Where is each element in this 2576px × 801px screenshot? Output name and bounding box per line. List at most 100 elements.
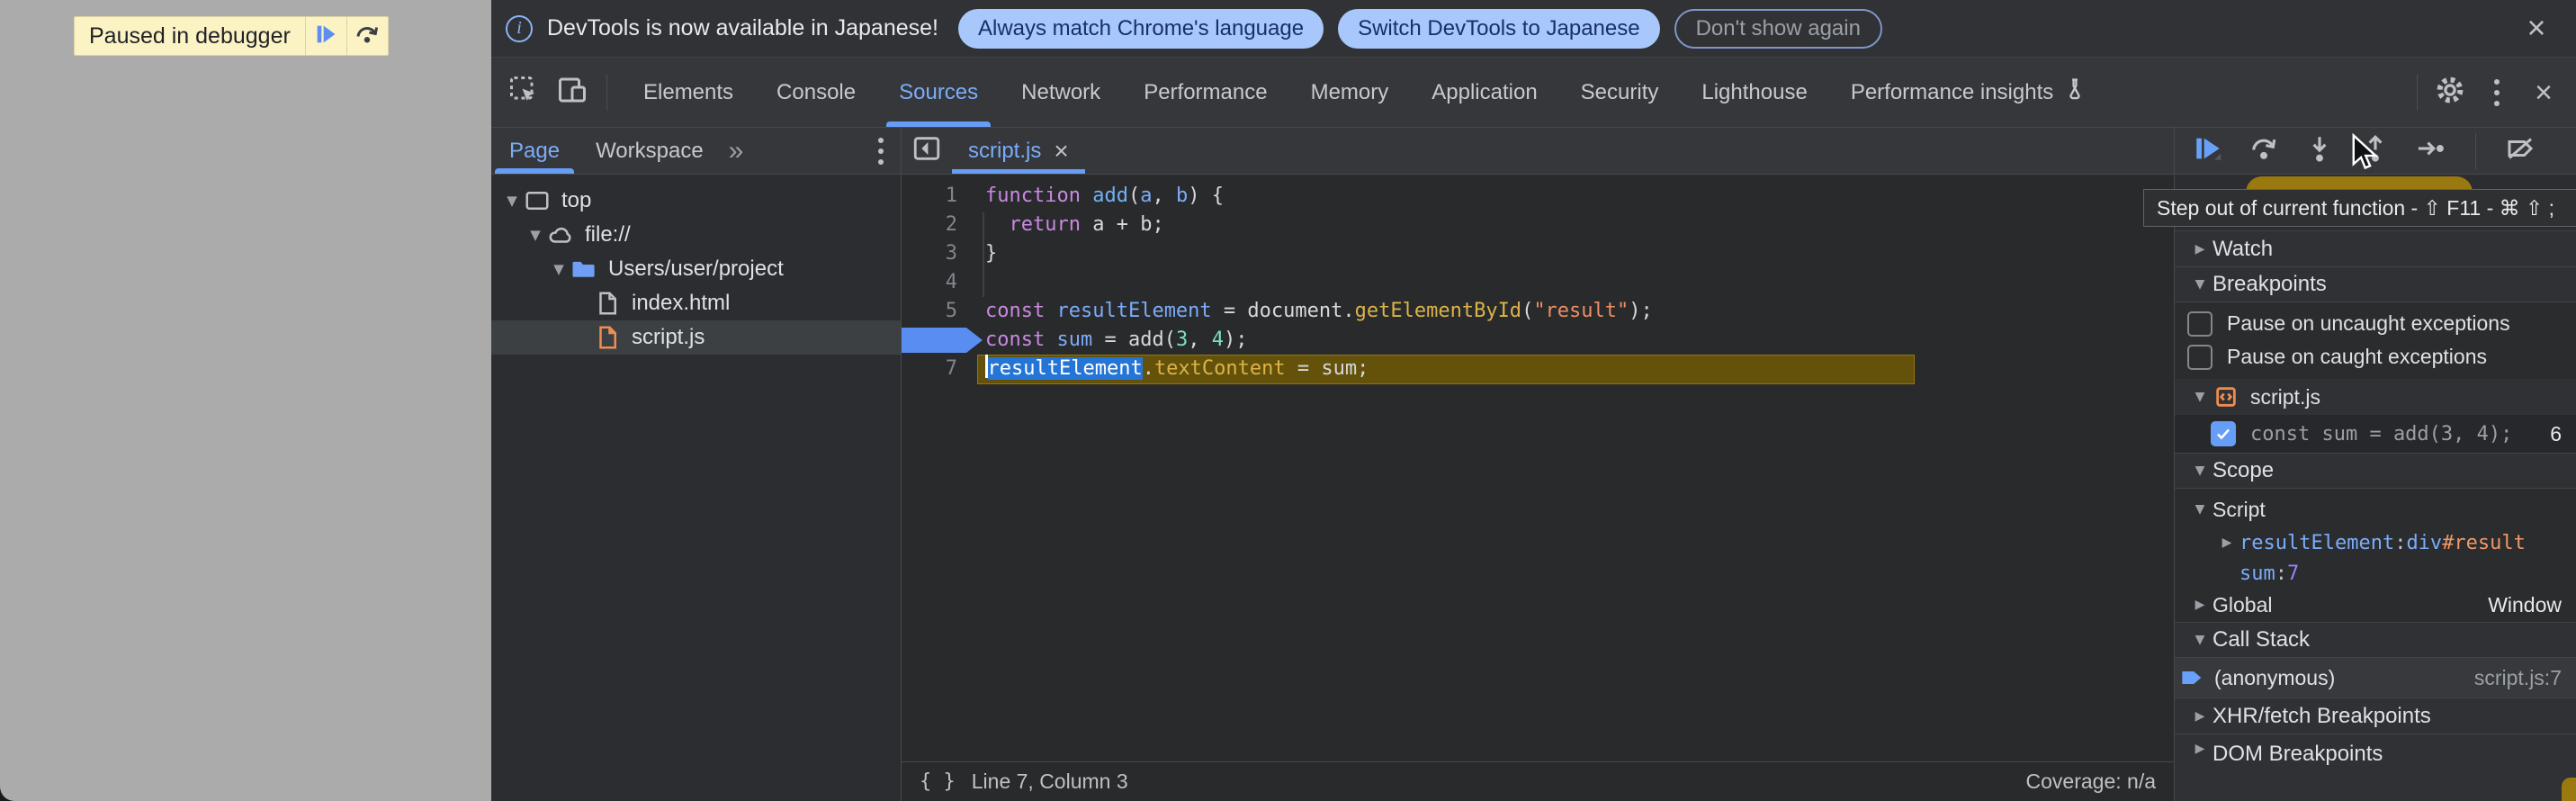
navigator-menu-button[interactable] (861, 131, 901, 171)
code-line-1: function add(a, b) { (985, 182, 2174, 211)
line-number[interactable]: 2 (902, 211, 966, 239)
call-stack-frame[interactable]: (anonymous) script.js:7 (2175, 658, 2576, 698)
device-toolbar-icon (556, 74, 588, 111)
infobar-close-icon[interactable]: × (2520, 13, 2553, 45)
code-token: ) { (1188, 184, 1224, 207)
line-number[interactable]: 4 (902, 268, 966, 297)
breakpoint-checkbox[interactable] (2211, 421, 2236, 446)
paused-banner-label: Paused in debugger (75, 17, 305, 55)
editor-gutter[interactable]: 1234567 (902, 182, 966, 383)
dom-breakpoints-label: DOM Breakpoints (2212, 742, 2383, 767)
always-match-language-button[interactable]: Always match Chrome's language (958, 9, 1324, 49)
tree-item-label: index.html (632, 291, 730, 316)
breakpoint-line-number: 6 (2550, 422, 2576, 446)
banner-step-over-button[interactable] (346, 17, 388, 55)
navigator-tab-page[interactable]: Page (491, 128, 578, 174)
tab-label: Performance (1144, 80, 1267, 105)
tab-console[interactable]: Console (755, 58, 877, 127)
banner-resume-button[interactable] (305, 17, 346, 55)
selected-token: resultElement (988, 357, 1143, 380)
more-options-button[interactable] (2477, 73, 2517, 112)
tabbar-right-separator (2417, 75, 2418, 111)
tab-network[interactable]: Network (1000, 58, 1122, 127)
deactivate-breakpoints-button[interactable] (2503, 134, 2537, 168)
devtools-screenshot: Paused in debugger i DevTools is now ava… (0, 0, 2576, 801)
pause-caught-row: Pause on caught exceptions (2175, 340, 2576, 374)
frame-location: script.js:7 (2474, 666, 2576, 690)
step-button[interactable] (2414, 134, 2448, 168)
inspect-element-button[interactable] (504, 73, 543, 112)
watch-section[interactable]: ▶ Watch (2175, 230, 2576, 266)
line-number[interactable]: 5 (902, 297, 966, 326)
flask-icon (2062, 76, 2087, 108)
tree-item-users-user-project[interactable]: ▼Users/user/project (491, 252, 901, 286)
tab-performance[interactable]: Performance (1122, 58, 1288, 127)
code-editor[interactable]: 1234567 function add(a, b) { return a + … (902, 175, 2174, 761)
code-token: 3 (1176, 328, 1188, 351)
dom-breakpoints-section[interactable]: ▶ DOM Breakpoints (2175, 734, 2576, 801)
inspect-cursor-icon (507, 74, 540, 111)
line-number[interactable]: 7 (902, 355, 966, 383)
editor-tab-scriptjs[interactable]: script.js × (952, 128, 1085, 174)
chevron-down-icon[interactable]: ▼ (500, 193, 524, 209)
pause-uncaught-row: Pause on uncaught exceptions (2175, 307, 2576, 340)
code-token: return (1010, 213, 1081, 236)
close-icon: × (2535, 77, 2553, 108)
tab-security[interactable]: Security (1559, 58, 1681, 127)
scope-global-section[interactable]: ▶ Global Window (2175, 588, 2576, 622)
tree-item-index-html[interactable]: index.html (491, 286, 901, 320)
pause-caught-checkbox[interactable] (2187, 345, 2212, 370)
tab-elements[interactable]: Elements (622, 58, 755, 127)
tab-memory[interactable]: Memory (1289, 58, 1411, 127)
step-into-button[interactable] (2302, 134, 2337, 168)
close-tab-icon[interactable]: × (1054, 139, 1068, 164)
frame-name: (anonymous) (2214, 666, 2335, 690)
tree-item-top[interactable]: ▼top (491, 184, 901, 218)
code-token: ); (1224, 328, 1248, 351)
xhr-breakpoints-section[interactable]: ▶ XHR/fetch Breakpoints (2175, 698, 2576, 734)
toggle-navigator-button[interactable] (902, 128, 952, 174)
breakpoint-marker[interactable] (902, 328, 983, 353)
call-stack-label: Call Stack (2212, 627, 2310, 652)
tab-performance-insights[interactable]: Performance insights (1829, 58, 2109, 127)
switch-devtools-japanese-button[interactable]: Switch DevTools to Japanese (1338, 9, 1660, 49)
breakpoints-section[interactable]: ▼ Breakpoints (2175, 266, 2576, 302)
pause-uncaught-label: Pause on uncaught exceptions (2227, 311, 2510, 336)
tabbar-left-icons (491, 73, 622, 112)
tab-application[interactable]: Application (1410, 58, 1558, 127)
var-name: sum (2239, 562, 2275, 585)
resume-button[interactable] (2191, 134, 2225, 168)
settings-button[interactable] (2430, 73, 2470, 112)
tree-item-file[interactable]: ▼file:// (491, 218, 901, 252)
pretty-print-icon[interactable]: { } (920, 770, 956, 793)
line-number[interactable]: 3 (902, 239, 966, 268)
chevron-down-icon[interactable]: ▼ (547, 261, 570, 277)
code-token: const (985, 300, 1056, 322)
navigator-more-tabs-button[interactable]: » (722, 136, 751, 166)
editor-tabbar: script.js × (902, 128, 2174, 175)
step-over-button[interactable] (2247, 134, 2281, 168)
breakpoint-line-number[interactable]: 6 (902, 326, 966, 355)
scope-var-sum[interactable]: sum: 7 (2175, 559, 2576, 588)
tree-item-label: script.js (632, 325, 705, 350)
chevron-down-icon[interactable]: ▼ (524, 227, 547, 243)
tree-item-script-js[interactable]: script.js (491, 320, 901, 355)
chevron-right-icon: ▶ (2187, 742, 2212, 756)
var-separator: : (2394, 532, 2406, 554)
scope-script-section[interactable]: ▼ Script (2175, 492, 2576, 526)
tab-lighthouse[interactable]: Lighthouse (1680, 58, 1828, 127)
line-number[interactable]: 1 (902, 182, 966, 211)
breakpoint-entry[interactable]: const sum = add(3, 4); 6 (2175, 415, 2576, 453)
toggle-device-toolbar-button[interactable] (552, 73, 592, 112)
tab-label: Performance insights (1851, 80, 2053, 105)
dont-show-again-button[interactable]: Don't show again (1674, 9, 1882, 49)
scope-section[interactable]: ▼ Scope (2175, 453, 2576, 489)
pause-uncaught-checkbox[interactable] (2187, 311, 2212, 337)
scope-var-resultelement[interactable]: ▶ resultElement: div#result (2175, 526, 2576, 559)
breakpoint-group-scriptjs[interactable]: ▼ script.js (2175, 379, 2576, 415)
watch-label: Watch (2212, 237, 2273, 262)
tab-sources[interactable]: Sources (877, 58, 1000, 127)
call-stack-section[interactable]: ▼ Call Stack (2175, 622, 2576, 658)
navigator-tab-workspace[interactable]: Workspace (578, 128, 722, 174)
close-devtools-button[interactable]: × (2524, 73, 2563, 112)
